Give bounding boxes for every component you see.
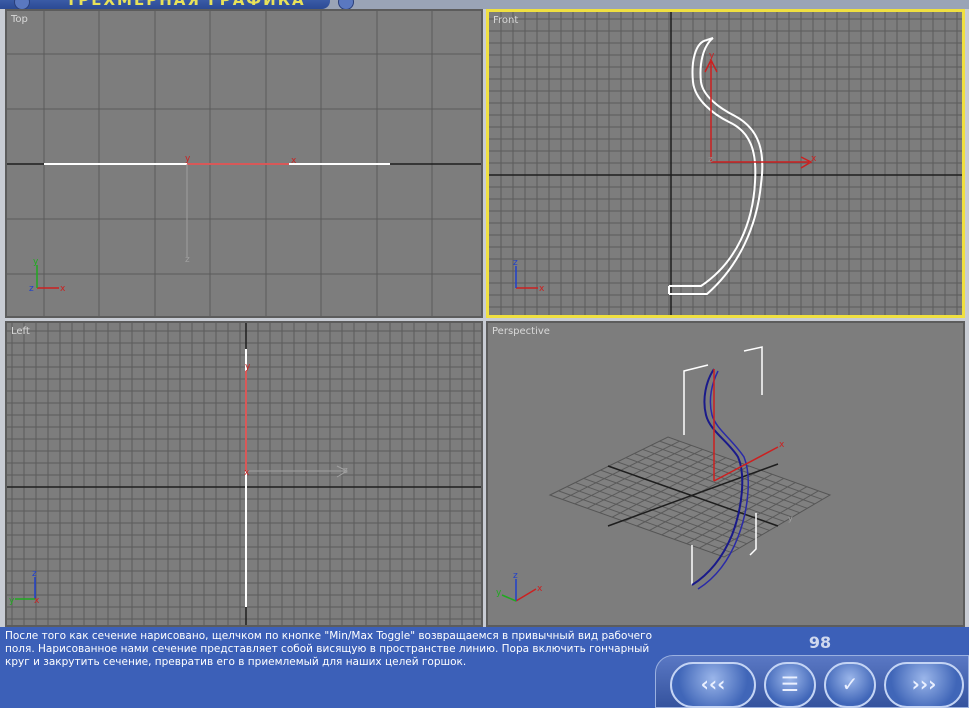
forward-button[interactable]: ››› — [884, 662, 964, 708]
top-gizmo-y-label: y — [185, 154, 191, 164]
left-gizmo-x-label: x — [244, 468, 250, 478]
top-axis-tripod-icon: x y z — [29, 257, 66, 294]
left-gizmo-y-label: y — [245, 362, 251, 372]
persp-gizmo-x-label: x — [779, 440, 785, 450]
close-orb-icon[interactable] — [338, 0, 354, 9]
viewport-label-top[interactable]: Top — [11, 14, 28, 25]
viewport-top[interactable]: Top x y z x y z — [5, 9, 483, 318]
viewport-label-front[interactable]: Front — [493, 15, 518, 26]
svg-text:y: y — [33, 257, 39, 267]
title-bar: ТРЕХМЕРНАЯ ГРАФИКА — [0, 0, 969, 9]
svg-text:x: x — [34, 596, 40, 606]
svg-text:z: z — [513, 571, 518, 581]
double-chevron-left-icon: ‹‹‹ — [700, 672, 726, 696]
top-gizmo-x-label: x — [291, 156, 297, 166]
left-gizmo-z-label: z — [343, 466, 348, 476]
svg-text:z: z — [32, 569, 37, 579]
front-gizmo-y-label: y — [709, 51, 715, 61]
front-axis-tripod-icon: x z — [513, 258, 545, 294]
svg-text:x: x — [537, 584, 543, 594]
checkmark-icon: ✓ — [841, 672, 859, 696]
svg-text:x: x — [60, 284, 66, 294]
front-spline-inner[interactable] — [669, 37, 764, 295]
app-title: ТРЕХМЕРНАЯ ГРАФИКА — [66, 0, 306, 9]
svg-text:y: y — [496, 588, 502, 598]
svg-text:y: y — [9, 596, 15, 606]
viewport-top-canvas: x y z x y z — [7, 11, 481, 316]
viewport-left[interactable]: Left y x z z y x — [5, 321, 483, 627]
viewport-label-left[interactable]: Left — [11, 326, 30, 337]
list-menu-icon: ☰ — [781, 672, 799, 696]
front-gizmo-x-label: x — [811, 154, 817, 164]
perspective-grid — [548, 436, 832, 558]
svg-text:z: z — [29, 284, 34, 294]
page-number: 98 — [808, 633, 832, 652]
back-button[interactable]: ‹‹‹ — [670, 662, 756, 708]
front-gizmo-z-label: z — [708, 155, 713, 165]
svg-text:z: z — [513, 258, 518, 268]
viewport-perspective-canvas: x y x z y — [496, 346, 832, 602]
navigation-bar: ‹‹‹ ☰ ✓ ››› — [655, 655, 969, 708]
svg-text:x: x — [539, 284, 545, 294]
lesson-description: После того как сечение нарисовано, щелчк… — [5, 630, 653, 668]
viewport-left-canvas: y x z z y x — [7, 323, 481, 625]
persp-gizmo-y-label: y — [788, 514, 793, 523]
app-orb-icon[interactable] — [14, 0, 30, 9]
viewport-label-perspective[interactable]: Perspective — [492, 326, 550, 337]
menu-button[interactable]: ☰ — [764, 662, 816, 708]
bottom-panel: После того как сечение нарисовано, щелчк… — [0, 627, 969, 708]
double-chevron-right-icon: ››› — [911, 672, 937, 696]
viewport-perspective[interactable]: Perspective x y x z y — [486, 321, 965, 627]
viewport-front[interactable]: Front x y z x z — [486, 9, 965, 318]
perspective-axis-tripod-icon: x z y — [496, 571, 543, 602]
viewport-front-canvas: x y z x z — [489, 12, 962, 315]
check-button[interactable]: ✓ — [824, 662, 876, 708]
top-gizmo-z-label: z — [185, 255, 190, 265]
